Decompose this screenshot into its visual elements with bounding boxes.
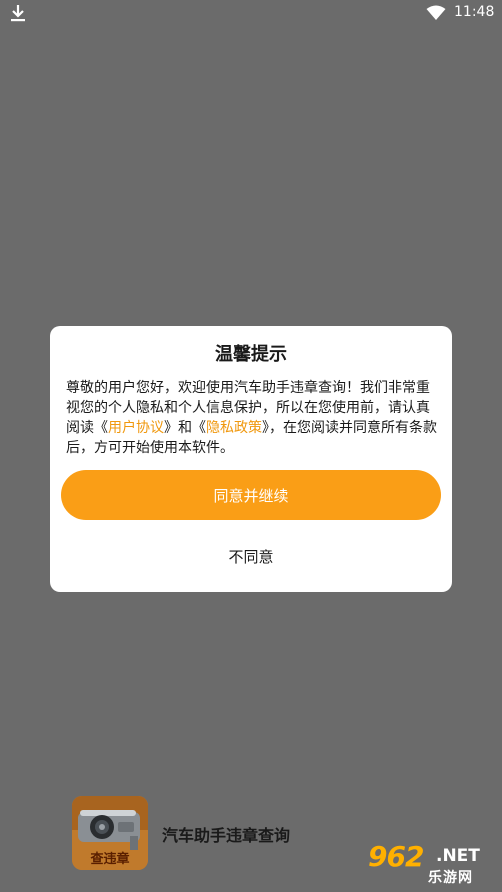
dialog-message-part2: 》和《 (164, 420, 206, 436)
watermark-number: 962 (368, 840, 424, 873)
watermark-subtitle: 乐游网 (428, 870, 473, 886)
app-name: 汽车助手违章查询 (162, 826, 291, 845)
wifi-icon (426, 5, 446, 20)
privacy-policy-link[interactable]: 隐私政策 (206, 420, 262, 436)
privacy-dialog: 温馨提示 尊敬的用户您好，欢迎使用汽车助手违章查询！我们非常重视您的个人隐私和个… (50, 326, 452, 592)
site-watermark: 962 .NET 乐游网 (360, 840, 498, 886)
agree-continue-button[interactable]: 同意并继续 (61, 470, 441, 520)
app-logo-label: 查违章 (90, 852, 130, 867)
status-time: 11:48 (454, 4, 495, 20)
status-bar: 11:48 (0, 0, 502, 28)
dialog-message: 尊敬的用户您好，欢迎使用汽车助手违章查询！我们非常重视您的个人隐私和个人信息保护… (66, 378, 438, 458)
user-agreement-link[interactable]: 用户协议 (108, 420, 164, 436)
disagree-button[interactable]: 不同意 (176, 538, 326, 574)
dialog-title: 温馨提示 (215, 344, 287, 365)
watermark-suffix: .NET (436, 846, 480, 866)
app-branding: 查违章 汽车助手违章查询 (72, 796, 372, 872)
app-logo: 查违章 (72, 796, 148, 870)
download-icon (11, 5, 25, 22)
